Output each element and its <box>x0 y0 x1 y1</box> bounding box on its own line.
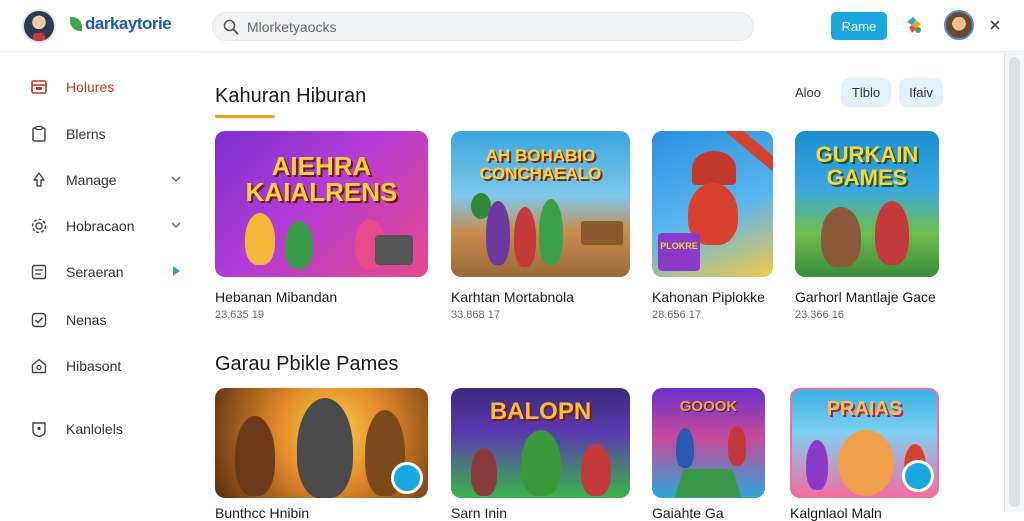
sidebar-item-label: Holures <box>66 79 115 95</box>
game-thumbnail[interactable]: AH BOHABIO CONCHAEALO <box>451 131 630 277</box>
gear-icon <box>31 218 47 234</box>
search-icon <box>223 19 239 34</box>
game-thumbnail[interactable]: GURKAIN GAMES <box>795 131 939 277</box>
game-meta: 23.635 19 <box>215 309 264 321</box>
game-title[interactable]: Garhorl Mantlaje Gace <box>795 289 936 305</box>
thumbnail-art-text: AH BOHABIO CONCHAEALO <box>479 146 602 183</box>
game-title[interactable]: Kalgnlaol Maln <box>790 505 882 521</box>
game-title[interactable]: Hebanan Mibandan <box>215 289 337 305</box>
sidebar-item-kanlolels[interactable]: Kanlolels <box>30 417 190 441</box>
game-thumbnail[interactable]: BALOPN <box>451 388 630 498</box>
game-thumbnail[interactable] <box>215 388 428 498</box>
sidebar-item-label: Kanlolels <box>66 421 123 437</box>
sidebar-item-label: Seraeran <box>66 264 124 280</box>
game-title[interactable]: Sarn Inin <box>451 505 507 521</box>
profile-avatar[interactable] <box>22 9 56 43</box>
game-title[interactable]: Karhtan Mortabnola <box>451 289 574 305</box>
chevron-down-icon[interactable] <box>170 173 182 185</box>
scrollbar-thumb[interactable] <box>1009 57 1020 507</box>
sidebar-item-hobracaon[interactable]: Hobracaon <box>30 214 190 238</box>
home-icon <box>31 358 47 374</box>
sidebar-item-label: Hobracaon <box>66 218 135 234</box>
list-icon <box>31 264 47 280</box>
thumbnail-art-text: AIEHRA KAIALRENS <box>245 151 398 207</box>
sidebar-item-nenas[interactable]: Nenas <box>30 308 190 332</box>
chevron-down-icon[interactable] <box>170 219 182 231</box>
section-title: Kahuran Hiburan <box>215 85 367 107</box>
game-title[interactable]: Gaiahte Ga <box>652 505 724 521</box>
leaf-icon <box>70 17 82 31</box>
sidebar-item-seraeran[interactable]: Seraeran <box>30 260 190 284</box>
check-icon <box>31 312 47 328</box>
recycle-icon <box>33 172 45 187</box>
close-icon[interactable] <box>988 16 1002 34</box>
vertical-scrollbar[interactable] <box>1004 53 1024 512</box>
filter-chip[interactable]: Aloo <box>788 78 828 107</box>
game-thumbnail[interactable]: PRAIAS <box>790 388 939 498</box>
thumbnail-art-text: GURKAIN GAMES <box>815 142 919 191</box>
game-thumbnail[interactable]: GOOOK <box>652 388 765 498</box>
game-title[interactable]: Bunthcc Hnibin <box>215 505 309 521</box>
sidebar-item-label: Hibasont <box>66 358 122 374</box>
thumbnail-art-text: GOOOK <box>679 398 738 415</box>
puzzle-icon[interactable] <box>903 14 925 36</box>
thumbnail-art-text: PLOKRE <box>658 233 700 271</box>
sidebar-item-label: Nenas <box>66 312 107 328</box>
search-input[interactable] <box>247 18 727 35</box>
filter-chip[interactable]: Tlblo <box>841 78 891 107</box>
thumbnail-art-text: PRAIAS <box>826 398 903 420</box>
sidebar-item-label: Manage <box>66 172 117 188</box>
sidebar-item-blerns[interactable]: Blerns <box>30 122 190 146</box>
chat-icon <box>902 460 934 492</box>
game-meta: 23.366 16 <box>795 309 844 321</box>
chevron-right-icon[interactable] <box>170 265 182 277</box>
title-underline <box>215 115 275 118</box>
gamepad-icon <box>391 462 423 494</box>
game-meta: 33.868 17 <box>451 309 500 321</box>
primary-button[interactable]: Rame <box>831 12 887 40</box>
clipboard-icon <box>32 125 46 142</box>
brand-logo[interactable]: darkaytorie <box>70 14 172 34</box>
main-content: Kahuran Hiburan Aloo Tlblo Ifaiv AIEHRA … <box>200 53 1004 521</box>
sidebar-item-manage[interactable]: Manage <box>30 168 190 192</box>
game-thumbnail[interactable]: AIEHRA KAIALRENS <box>215 131 428 277</box>
thumbnail-art-text: BALOPN <box>489 398 592 425</box>
filter-chip[interactable]: Ifaiv <box>899 78 943 107</box>
top-bar: darkaytorie Rame <box>0 0 1024 52</box>
game-thumbnail[interactable]: PLOKRE <box>652 131 773 277</box>
section-title: Garau Pbikle Pames <box>215 353 399 375</box>
sidebar-item-holures[interactable]: Holures <box>30 75 190 99</box>
game-title[interactable]: Kahonan Piplokke <box>652 289 765 305</box>
search-bar[interactable] <box>212 12 754 41</box>
inbox-icon <box>31 80 47 94</box>
user-avatar[interactable] <box>944 10 974 40</box>
game-meta: 28.656 17 <box>652 309 701 321</box>
brand-name: darkaytorie <box>85 14 172 33</box>
sidebar-item-label: Blerns <box>66 126 106 142</box>
shield-icon <box>32 422 46 438</box>
sidebar: Holures Blerns Manage Hobracaon Seraeran… <box>0 53 200 512</box>
sidebar-item-hibasont[interactable]: Hibasont <box>30 354 190 378</box>
